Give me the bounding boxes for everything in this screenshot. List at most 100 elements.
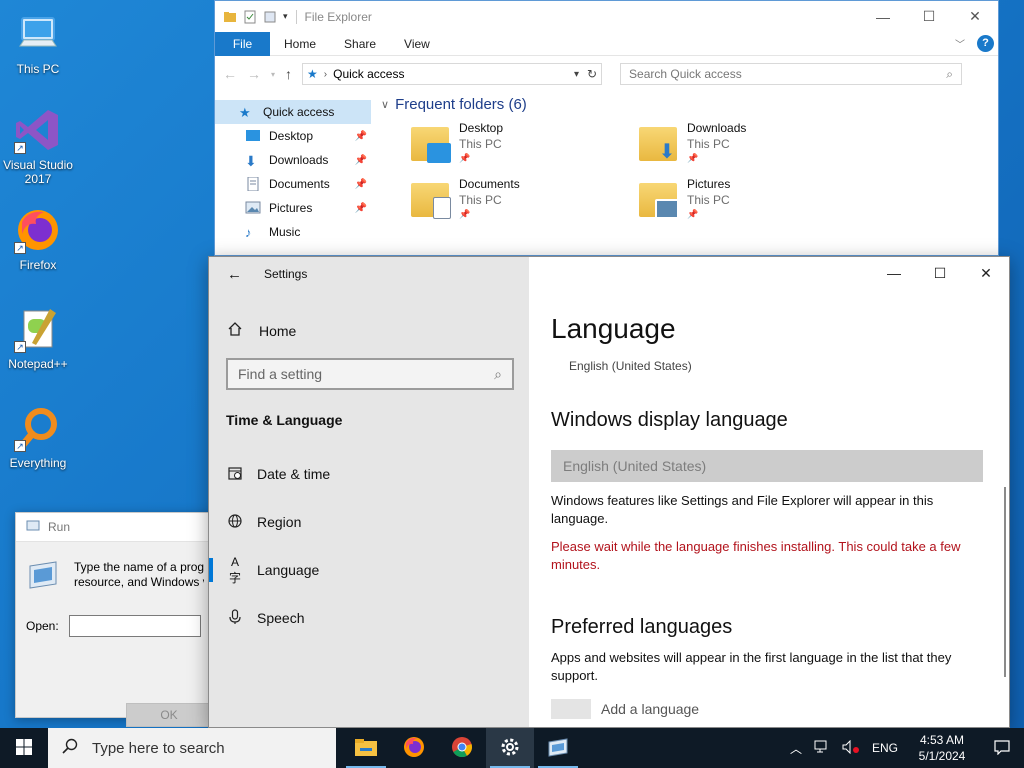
search-input[interactable]: Search Quick access ⌕ bbox=[620, 63, 963, 85]
pin-icon: 📌 bbox=[459, 153, 471, 163]
nav-item-music[interactable]: ♪ Music bbox=[215, 220, 371, 244]
folder-icon bbox=[411, 121, 451, 165]
tab-home[interactable]: Home bbox=[270, 32, 330, 56]
taskbar-run[interactable] bbox=[534, 728, 582, 768]
taskbar-firefox[interactable] bbox=[390, 728, 438, 768]
settings-window[interactable]: ← Settings Home Find a setting ⌕ Time & … bbox=[208, 256, 1010, 728]
ok-button[interactable]: OK bbox=[126, 703, 212, 727]
open-input[interactable] bbox=[68, 615, 201, 637]
settings-nav: Date & time Region A字 Language Speech bbox=[209, 450, 529, 642]
file-explorer-titlebar[interactable]: ▾ File Explorer — ☐ ✕ bbox=[215, 1, 998, 32]
settings-nav-date-time[interactable]: Date & time bbox=[209, 450, 529, 498]
taskbar-settings[interactable] bbox=[486, 728, 534, 768]
minimize-button[interactable]: — bbox=[860, 1, 906, 32]
tab-file[interactable]: File bbox=[215, 31, 270, 56]
install-warning: Please wait while the language finishes … bbox=[551, 539, 961, 572]
back-arrow-icon[interactable]: ← bbox=[223, 66, 237, 82]
desktop-icon-everything[interactable]: ↗ Everything bbox=[0, 404, 76, 470]
nav-item-desktop[interactable]: Desktop 📌 bbox=[215, 124, 371, 148]
maximize-button[interactable]: ☐ bbox=[917, 257, 963, 289]
run-description: Type the name of a prog bbox=[74, 560, 204, 574]
desktop-icon-notepadpp[interactable]: ↗ Notepad++ bbox=[0, 305, 76, 371]
nav-item-pictures[interactable]: Pictures 📌 bbox=[215, 196, 371, 220]
volume-muted-icon[interactable] bbox=[842, 739, 860, 757]
taskbar-search-box[interactable]: Type here to search bbox=[48, 728, 336, 768]
desktop-icon-label: Everything bbox=[9, 456, 67, 470]
customize-toolbar-icon[interactable]: ▾ bbox=[283, 11, 288, 22]
visual-studio-icon: ↗ bbox=[14, 106, 62, 154]
nav-item-documents[interactable]: Documents 📌 bbox=[215, 172, 371, 196]
chrome-icon bbox=[450, 735, 474, 762]
ribbon-tabs: File Home Share View ﹀ ? bbox=[215, 31, 998, 56]
back-arrow-icon[interactable]: ← bbox=[227, 266, 242, 283]
clock[interactable]: 4:53 AM 5/1/2024 bbox=[910, 732, 974, 764]
settings-title: Settings bbox=[264, 267, 308, 281]
address-text: Quick access bbox=[333, 67, 405, 81]
help-icon[interactable]: ? bbox=[977, 35, 994, 52]
chevron-down-icon[interactable]: ▾ bbox=[574, 69, 579, 80]
folder-location: This PC bbox=[459, 193, 502, 207]
find-setting-input[interactable]: Find a setting ⌕ bbox=[226, 358, 514, 390]
scrollbar[interactable] bbox=[1004, 487, 1006, 677]
action-center-button[interactable] bbox=[986, 728, 1018, 768]
settings-nav-language[interactable]: A字 Language bbox=[209, 546, 529, 594]
open-label: Open: bbox=[26, 619, 59, 633]
run-dialog[interactable]: Run Type the name of a prog resource, an… bbox=[15, 512, 215, 727]
add-language-button[interactable]: Add a language bbox=[551, 699, 991, 719]
expand-ribbon-icon[interactable]: ﹀ bbox=[955, 36, 965, 51]
settings-home-link[interactable]: Home bbox=[209, 321, 529, 340]
display-language-dropdown[interactable]: English (United States) bbox=[551, 450, 983, 482]
display-language-description: Windows features like Settings and File … bbox=[551, 493, 934, 526]
folder-icon: ⬇ bbox=[639, 121, 679, 165]
file-explorer-window[interactable]: ▾ File Explorer — ☐ ✕ File Home Share Vi… bbox=[214, 0, 999, 256]
desktop-icon-visual-studio[interactable]: ↗ Visual Studio 2017 bbox=[0, 106, 76, 186]
desktop-icon-this-pc[interactable]: This PC bbox=[0, 10, 76, 76]
settings-nav-label: Language bbox=[257, 562, 320, 578]
taskbar-chrome[interactable] bbox=[438, 728, 486, 768]
add-language-label: Add a language bbox=[601, 701, 700, 717]
file-explorer-icon bbox=[354, 737, 378, 760]
start-button[interactable] bbox=[0, 728, 48, 768]
recent-locations-icon[interactable]: ▾ bbox=[271, 70, 275, 79]
window-controls: — ☐ ✕ bbox=[871, 257, 1009, 289]
refresh-icon[interactable]: ↻ bbox=[587, 67, 597, 81]
settings-nav-region[interactable]: Region bbox=[209, 498, 529, 546]
find-setting-placeholder: Find a setting bbox=[238, 366, 323, 382]
nav-item-downloads[interactable]: ⬇ Downloads 📌 bbox=[215, 148, 371, 172]
close-button[interactable]: ✕ bbox=[952, 1, 998, 32]
current-language: English (United States) bbox=[569, 359, 692, 373]
input-language-indicator[interactable]: ENG bbox=[872, 741, 898, 755]
tab-view[interactable]: View bbox=[390, 32, 444, 56]
folder-name: Documents bbox=[459, 177, 520, 191]
folder-item-downloads[interactable]: ⬇ Downloads This PC 📌 bbox=[639, 121, 867, 165]
maximize-button[interactable]: ☐ bbox=[906, 1, 952, 32]
minimize-button[interactable]: — bbox=[871, 257, 917, 289]
desktop-icon-firefox[interactable]: ↗ Firefox bbox=[0, 206, 76, 272]
frequent-folders-header[interactable]: ∨ Frequent folders (6) bbox=[381, 96, 998, 113]
settings-titlebar[interactable]: ← Settings bbox=[209, 257, 529, 291]
folder-item-documents[interactable]: Documents This PC 📌 bbox=[411, 177, 639, 221]
network-icon[interactable] bbox=[814, 740, 830, 757]
taskbar-file-explorer[interactable] bbox=[342, 728, 390, 768]
pictures-icon bbox=[245, 201, 261, 215]
address-bar[interactable]: ★ › Quick access ▾ ↻ bbox=[302, 63, 603, 85]
window-title: File Explorer bbox=[295, 9, 372, 24]
settings-content: — ☐ ✕ Language English (United States) W… bbox=[529, 257, 1009, 727]
up-arrow-icon[interactable]: ↑ bbox=[285, 66, 292, 82]
new-folder-icon[interactable] bbox=[263, 10, 277, 24]
folder-item-pictures[interactable]: Pictures This PC 📌 bbox=[639, 177, 867, 221]
settings-icon bbox=[499, 736, 521, 761]
shortcut-arrow-icon: ↗ bbox=[14, 440, 26, 452]
preferred-languages-description: Apps and websites will appear in the fir… bbox=[551, 650, 952, 683]
nav-item-quick-access[interactable]: ★ Quick access bbox=[215, 100, 371, 124]
file-explorer-body: ★ Quick access Desktop 📌 ⬇ Downloads 📌 D… bbox=[215, 92, 998, 242]
close-button[interactable]: ✕ bbox=[963, 257, 1009, 289]
tab-share[interactable]: Share bbox=[330, 32, 390, 56]
properties-icon[interactable] bbox=[243, 10, 257, 24]
forward-arrow-icon[interactable]: → bbox=[247, 66, 261, 82]
run-titlebar[interactable]: Run bbox=[16, 513, 214, 541]
folder-icon[interactable] bbox=[223, 10, 237, 24]
chevron-up-icon[interactable]: ︿ bbox=[790, 740, 802, 757]
settings-nav-speech[interactable]: Speech bbox=[209, 594, 529, 642]
folder-item-desktop[interactable]: Desktop This PC 📌 bbox=[411, 121, 639, 165]
